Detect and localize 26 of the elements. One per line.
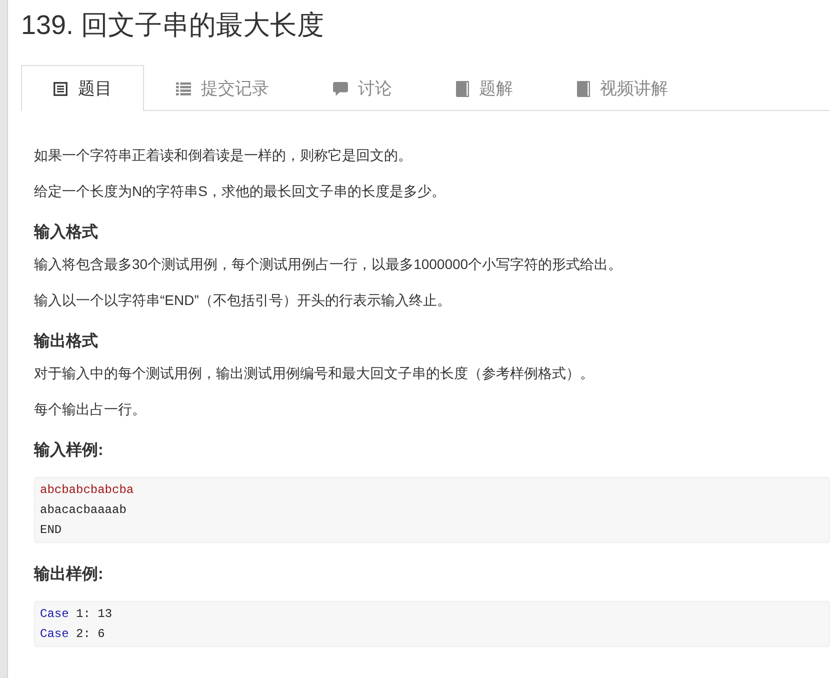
list-icon bbox=[176, 82, 191, 96]
description-text: 给定一个长度为N的字符串S，求他的最长回文子串的长度是多少。 bbox=[34, 182, 446, 201]
description-text: 每个输出占一行。 bbox=[34, 400, 147, 419]
speech-bubble-icon bbox=[333, 82, 348, 96]
tab[interactable]: 题目 bbox=[21, 65, 144, 111]
description-text: 输入以一个以字符串“END”（不包括引号）开头的行表示输入终止。 bbox=[34, 291, 452, 310]
tab[interactable]: 讨论 bbox=[301, 65, 424, 111]
section-heading: 输出格式 bbox=[34, 332, 99, 352]
section-heading: 输入样例: bbox=[34, 440, 104, 461]
tab[interactable]: 提交记录 bbox=[144, 65, 301, 111]
document-icon bbox=[53, 82, 68, 96]
description-text: 输入将包含最多30个测试用例，每个测试用例占一行，以最多1000000个小写字符的形式给出。 bbox=[34, 255, 624, 274]
description-text: 对于输入中的每个测试用例，输出测试用例编号和最大回文子串的长度（参考样例格式）。 bbox=[34, 364, 595, 383]
book-icon bbox=[577, 80, 590, 96]
tab[interactable]: 视频讲解 bbox=[545, 65, 700, 111]
code-line: abacacbaaaab bbox=[40, 502, 128, 519]
code-line: Case 1: 13 bbox=[40, 606, 114, 623]
code-line: END bbox=[40, 522, 63, 539]
problem-title: 139. 回文子串的最大长度 bbox=[21, 9, 326, 42]
book-icon bbox=[456, 80, 469, 96]
tab[interactable]: 题解 bbox=[424, 65, 545, 111]
section-heading: 输出样例: bbox=[34, 564, 104, 585]
code-line: Case 2: 6 bbox=[40, 626, 106, 643]
section-heading: 输入格式 bbox=[34, 222, 99, 243]
description-text: 如果一个字符串正着读和倒着读是一样的，则称它是回文的。 bbox=[34, 146, 413, 165]
code-line: abcbabcbabcba bbox=[40, 482, 135, 499]
